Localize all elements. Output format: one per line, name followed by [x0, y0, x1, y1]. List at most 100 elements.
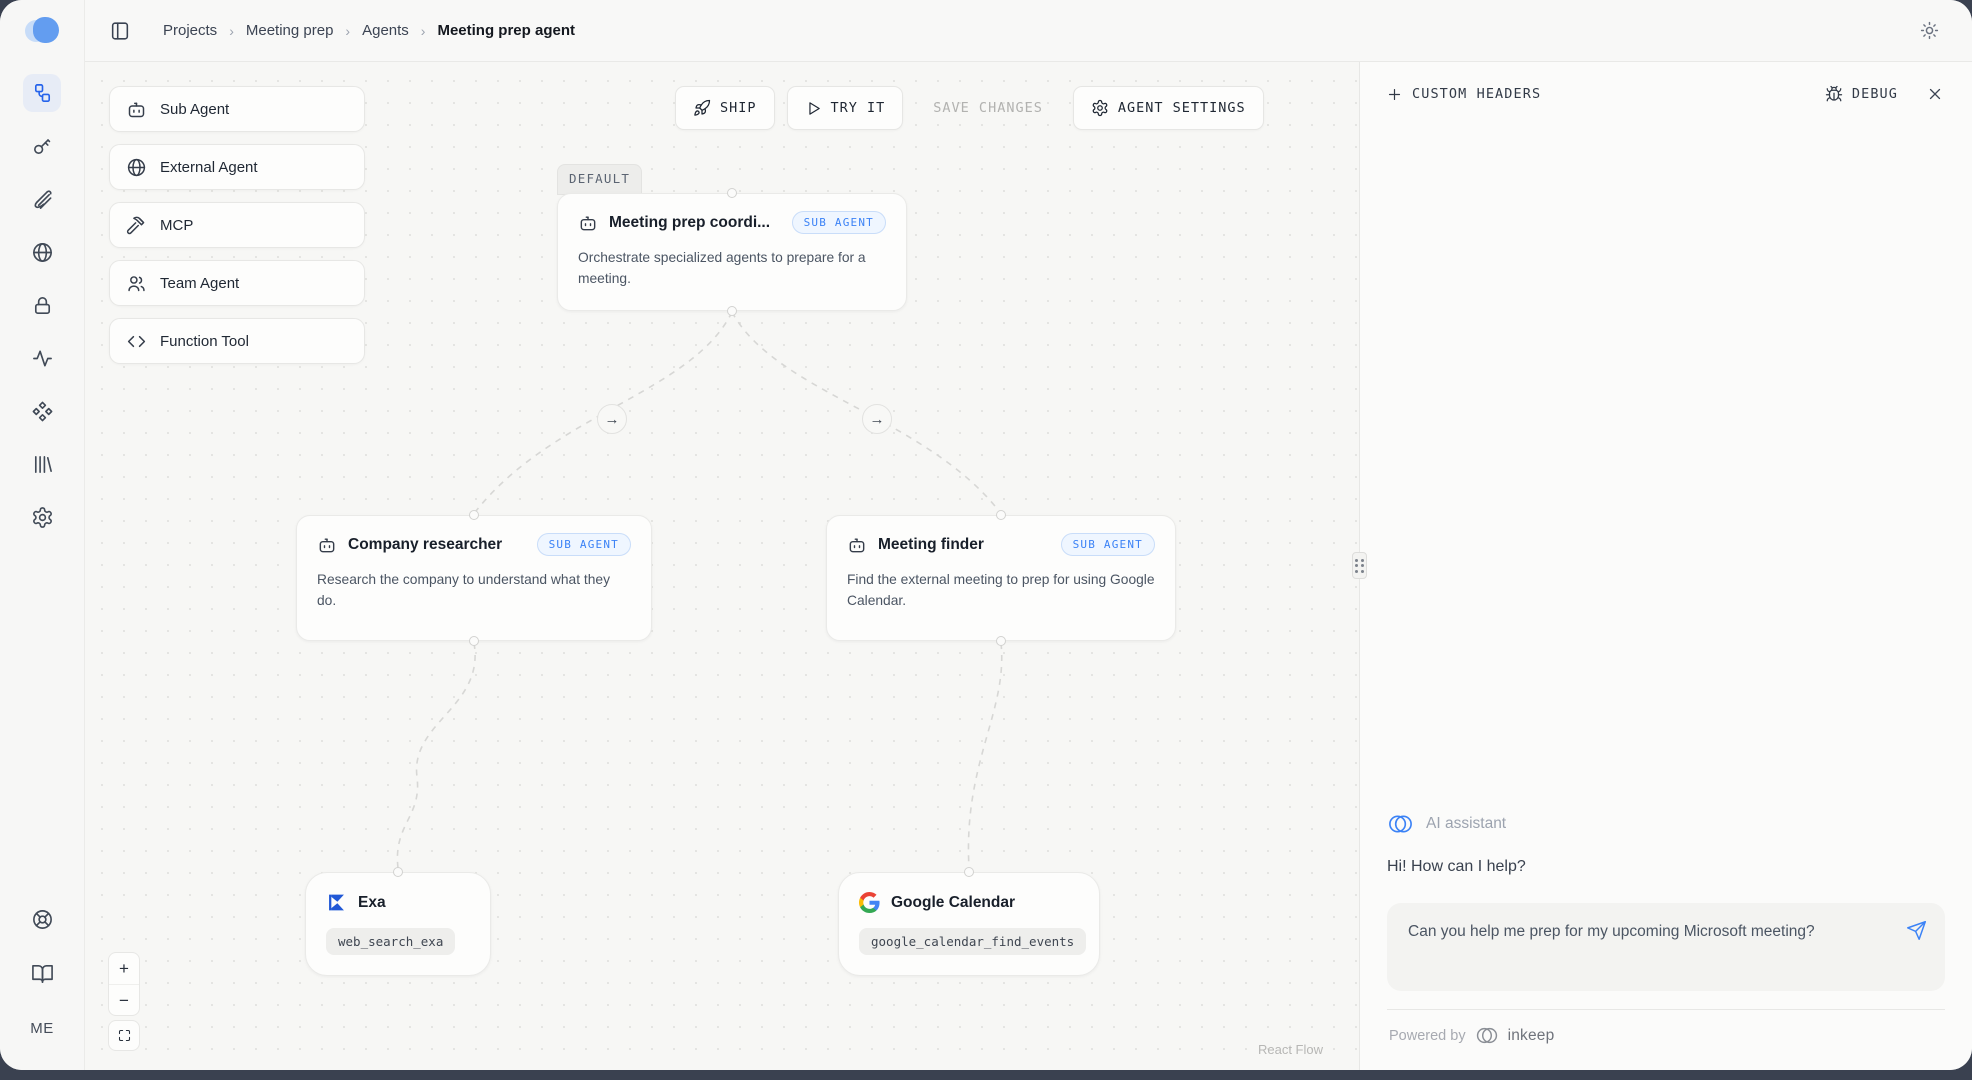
palette-item-sub-agent[interactable]: Sub Agent: [109, 86, 365, 132]
user-avatar[interactable]: ME: [22, 1008, 62, 1048]
sun-icon: [1919, 20, 1940, 41]
life-buoy-icon: [31, 908, 54, 931]
sidebar-item-tags[interactable]: [23, 180, 61, 218]
debug-button[interactable]: DEBUG: [1825, 85, 1898, 103]
handle-finder-bottom[interactable]: [996, 636, 1006, 646]
close-panel-button[interactable]: [1924, 83, 1946, 105]
node-meeting-prep-coordinator[interactable]: Meeting prep coordi... SUB AGENT Orchest…: [557, 193, 907, 311]
sidebar-item-components[interactable]: [23, 392, 61, 430]
handle-gcal-top[interactable]: [964, 867, 974, 877]
node-description: Orchestrate specialized agents to prepar…: [578, 247, 886, 290]
handle-coordinator-bottom[interactable]: [727, 306, 737, 316]
node-google-calendar-tool[interactable]: Google Calendar google_calendar_find_eve…: [838, 872, 1100, 976]
chat-history-area[interactable]: [1360, 123, 1972, 812]
edge-researcher-exa: [397, 643, 475, 868]
handle-coordinator-top[interactable]: [727, 188, 737, 198]
fit-view-button[interactable]: [108, 1020, 140, 1051]
sidebar-bottom: ME: [22, 900, 62, 1048]
palette-item-label: External Agent: [160, 159, 258, 176]
google-logo-icon: [859, 892, 880, 913]
node-title-row: Google Calendar: [859, 892, 1079, 913]
breadcrumb-item-agents[interactable]: Agents: [362, 22, 409, 39]
inkeep-logo-icon: [1475, 1025, 1499, 1046]
settings-gear-icon: [31, 506, 54, 529]
chat-input[interactable]: Can you help me prep for my upcoming Mic…: [1387, 903, 1945, 991]
powered-by-label: Powered by: [1389, 1028, 1466, 1044]
inkeep-wordmark[interactable]: inkeep: [1508, 1027, 1555, 1045]
sidebar-item-external[interactable]: [23, 233, 61, 271]
node-title: Company researcher: [348, 536, 502, 554]
top-bar: Projects › Meeting prep › Agents › Meeti…: [85, 0, 1972, 62]
flow-canvas[interactable]: → → Sub Agent External Agent MCP: [85, 62, 1359, 1070]
hammer-icon: [126, 215, 147, 236]
breadcrumb-item-projects[interactable]: Projects: [163, 22, 217, 39]
node-exa-tool[interactable]: Exa web_search_exa: [305, 872, 491, 976]
sidebar-item-api-keys[interactable]: [23, 127, 61, 165]
sidebar-item-settings[interactable]: [23, 498, 61, 536]
breadcrumb-current: Meeting prep agent: [437, 22, 575, 39]
node-meeting-finder[interactable]: Meeting finder SUB AGENT Find the extern…: [826, 515, 1176, 641]
handle-exa-top[interactable]: [393, 867, 403, 877]
node-title: Google Calendar: [891, 894, 1015, 912]
breadcrumb-separator: ›: [345, 23, 350, 39]
save-changes-button[interactable]: SAVE CHANGES: [915, 86, 1061, 130]
custom-headers-button[interactable]: CUSTOM HEADERS: [1386, 86, 1541, 103]
panel-resize-handle[interactable]: [1352, 552, 1367, 579]
chat-input-value: Can you help me prep for my upcoming Mic…: [1408, 923, 1815, 940]
sidebar-toggle-button[interactable]: [103, 14, 137, 48]
assistant-greeting: Hi! How can I help?: [1387, 858, 1945, 876]
tool-name-tag: web_search_exa: [326, 928, 455, 955]
help-button[interactable]: [23, 900, 61, 938]
handle-researcher-bottom[interactable]: [469, 636, 479, 646]
zoom-out-button[interactable]: −: [109, 984, 139, 1015]
sidebar-item-traces[interactable]: [23, 339, 61, 377]
component-icon: [31, 400, 54, 423]
activity-icon: [31, 347, 54, 370]
book-open-icon: [31, 962, 54, 985]
logo-blob-front: [33, 17, 59, 43]
node-title-row: Exa: [326, 892, 470, 913]
flow-toolbar: SHIP TRY IT SAVE CHANGES AGENT SETTINGS: [675, 86, 1264, 130]
handle-researcher-top[interactable]: [469, 510, 479, 520]
handle-finder-top[interactable]: [996, 510, 1006, 520]
custom-headers-label: CUSTOM HEADERS: [1412, 86, 1541, 102]
breadcrumb-separator: ›: [421, 23, 426, 39]
breadcrumb-item-meeting-prep[interactable]: Meeting prep: [246, 22, 334, 39]
bot-icon: [317, 535, 337, 555]
assistant-name: AI assistant: [1426, 815, 1506, 833]
zoom-in-button[interactable]: +: [109, 953, 139, 984]
theme-toggle-button[interactable]: [1913, 14, 1946, 47]
save-changes-label: SAVE CHANGES: [933, 100, 1043, 116]
node-title-row: Company researcher SUB AGENT: [317, 533, 631, 556]
panel-header: CUSTOM HEADERS DEBUG: [1360, 62, 1972, 123]
palette-item-label: MCP: [160, 217, 193, 234]
palette-item-function-tool[interactable]: Function Tool: [109, 318, 365, 364]
node-company-researcher[interactable]: Company researcher SUB AGENT Research th…: [296, 515, 652, 641]
library-icon: [31, 453, 54, 476]
debug-label: DEBUG: [1852, 86, 1898, 102]
ship-button[interactable]: SHIP: [675, 86, 775, 130]
tool-name-tag: google_calendar_find_events: [859, 928, 1086, 955]
node-title-row: Meeting finder SUB AGENT: [847, 533, 1155, 556]
sidebar-item-library[interactable]: [23, 445, 61, 483]
send-button[interactable]: [1904, 918, 1929, 943]
sidebar-item-graph[interactable]: [23, 74, 61, 112]
edge-arrow-icon: →: [605, 411, 620, 428]
panel-footer: Powered by inkeep: [1387, 1009, 1945, 1070]
sub-agent-badge: SUB AGENT: [792, 211, 886, 234]
palette-item-label: Team Agent: [160, 275, 239, 292]
palette-item-team-agent[interactable]: Team Agent: [109, 260, 365, 306]
app-logo[interactable]: [25, 16, 59, 46]
assistant-header: AI assistant: [1387, 812, 1945, 836]
palette-item-label: Function Tool: [160, 333, 249, 350]
palette-item-mcp[interactable]: MCP: [109, 202, 365, 248]
agent-settings-button[interactable]: AGENT SETTINGS: [1073, 86, 1264, 130]
docs-button[interactable]: [23, 954, 61, 992]
gear-icon: [1091, 99, 1109, 117]
main-column: Projects › Meeting prep › Agents › Meeti…: [85, 0, 1972, 1070]
sidebar-item-credentials[interactable]: [23, 286, 61, 324]
palette-item-external-agent[interactable]: External Agent: [109, 144, 365, 190]
try-it-button[interactable]: TRY IT: [787, 86, 904, 130]
bug-icon: [1825, 85, 1843, 103]
ship-label: SHIP: [720, 100, 757, 116]
